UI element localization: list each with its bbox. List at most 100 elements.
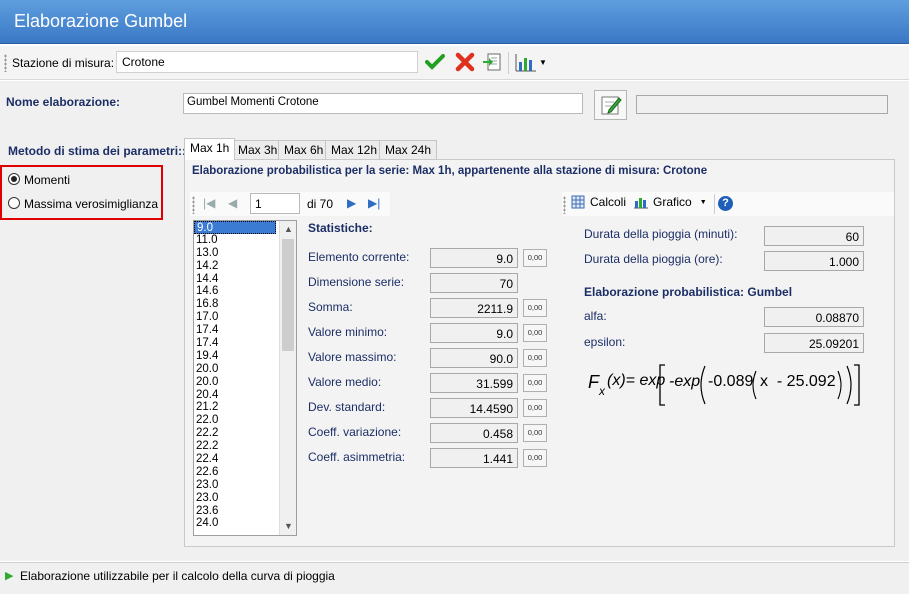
tab-max-12h[interactable]: Max 12h: [325, 140, 384, 159]
stat-value: 14.4590: [430, 398, 518, 418]
radio-momenti[interactable]: [8, 173, 20, 185]
stat-label: Elemento corrente:: [308, 250, 410, 264]
navigator-grip[interactable]: [192, 196, 195, 214]
edit-pencil-icon: [601, 96, 622, 115]
panel-heading: Elaborazione probabilistica per la serie…: [192, 165, 708, 177]
calcoli-label: Calcoli: [590, 195, 627, 209]
probabilistic-title: Elaborazione probabilistica: Gumbel: [584, 285, 793, 299]
stat-value: 90.0: [430, 348, 518, 368]
stat-value: 0.458: [430, 423, 518, 443]
station-label: Stazione di misura:: [12, 56, 115, 70]
status-text: Elaborazione utilizzabile per il calcolo…: [20, 569, 335, 583]
format-button[interactable]: 0,00: [523, 299, 547, 317]
record-position-input[interactable]: 1: [250, 193, 300, 214]
stat-value: 31.599: [430, 373, 518, 393]
cancel-button[interactable]: [454, 51, 476, 73]
tab-max-1h[interactable]: Max 1h: [184, 138, 236, 160]
dropdown-arrow-icon: ▼: [539, 57, 547, 67]
station-field[interactable]: Crotone: [116, 51, 418, 73]
next-record-icon[interactable]: ▶: [347, 196, 356, 210]
durata-minuti-field: 60: [764, 226, 864, 246]
formula-x-part: x - 25.092: [760, 373, 836, 390]
export-button[interactable]: [481, 51, 503, 73]
alfa-label: alfa:: [584, 309, 607, 323]
tab-max-3h[interactable]: Max 3h: [232, 140, 284, 159]
statistics-title: Statistiche:: [308, 221, 373, 235]
tab-max-24h[interactable]: Max 24h: [379, 140, 438, 159]
durata-ore-label: Durata della pioggia (ore):: [584, 252, 723, 266]
title-bar: Elaborazione Gumbel: [0, 0, 909, 44]
grafico-label: Grafico: [653, 195, 692, 209]
format-button[interactable]: 0,00: [523, 249, 547, 267]
name-input-value: Gumbel Momenti Crotone: [187, 96, 319, 108]
scroll-up-icon[interactable]: ▲: [280, 221, 296, 238]
stat-label: Valore medio:: [308, 375, 382, 389]
durata-minuti-label: Durata della pioggia (minuti):: [584, 227, 738, 241]
analysis-toolbar: Calcoli Grafico ▼ ?: [562, 192, 894, 216]
calcoli-button[interactable]: Calcoli: [571, 195, 626, 209]
stat-label: Valore minimo:: [308, 325, 388, 339]
export-icon: [483, 53, 501, 71]
formula-coefficient: -0.089: [708, 373, 754, 390]
durata-minuti-value: 60: [845, 230, 859, 244]
stat-label: Coeff. variazione:: [308, 425, 402, 439]
analysis-toolbar-grip[interactable]: [563, 196, 566, 214]
edit-button[interactable]: [594, 90, 627, 120]
analysis-toolbar-separator: [714, 194, 715, 214]
status-play-icon: ▶: [5, 570, 14, 582]
last-record-icon[interactable]: ▶|: [368, 196, 380, 210]
stat-label: Dimensione serie:: [308, 275, 405, 289]
alfa-value: 0.08870: [815, 311, 859, 325]
confirm-button[interactable]: [424, 51, 446, 73]
format-button[interactable]: 0,00: [523, 424, 547, 442]
secondary-field: [636, 95, 888, 114]
format-button[interactable]: 0,00: [523, 324, 547, 342]
help-icon[interactable]: ?: [718, 196, 733, 211]
first-record-icon[interactable]: |◀: [203, 196, 215, 210]
grafico-button[interactable]: Grafico ▼: [633, 195, 707, 209]
record-count-label: di 70: [307, 197, 334, 211]
format-button[interactable]: 0,00: [523, 374, 547, 392]
record-navigator: |◀ ◀ 1 di 70 ▶ ▶|: [190, 192, 390, 216]
radio-massima-verosimiglianza-label[interactable]: Massima verosimiglianza: [24, 197, 158, 211]
tab-max-6h[interactable]: Max 6h: [278, 140, 330, 159]
durata-ore-field: 1.000: [764, 251, 864, 271]
epsilon-value: 25.09201: [808, 337, 859, 351]
scroll-down-icon[interactable]: ▼: [280, 518, 296, 535]
station-value: Crotone: [122, 55, 165, 69]
stat-value: 9.0: [430, 248, 518, 268]
epsilon-label: epsilon:: [584, 335, 626, 349]
format-button[interactable]: 0,00: [523, 399, 547, 417]
calculator-icon: [571, 195, 585, 209]
list-item[interactable]: 9.0: [194, 221, 276, 234]
window-title: Elaborazione Gumbel: [14, 11, 188, 31]
toolbar-separator: [508, 52, 509, 74]
stat-label: Somma:: [308, 300, 353, 314]
method-label: Metodo di stima dei parametri::: [8, 144, 187, 158]
name-label: Nome elaborazione:: [6, 95, 121, 109]
radio-massima-verosimiglianza[interactable]: [8, 197, 20, 209]
grafico-dropdown-icon: ▼: [699, 198, 707, 206]
durata-ore-value: 1.000: [828, 255, 859, 269]
format-button[interactable]: 0,00: [523, 349, 547, 367]
toolbar: Stazione di misura: Crotone ▼: [0, 46, 909, 80]
formula-lhs: F: [588, 372, 599, 392]
radio-momenti-label[interactable]: Momenti: [24, 173, 70, 187]
stat-value: 2211.9: [430, 298, 518, 318]
scroll-thumb[interactable]: [282, 239, 294, 351]
toolbar-grip[interactable]: [4, 54, 7, 72]
format-button[interactable]: 0,00: [523, 449, 547, 467]
chart-icon: [515, 54, 537, 72]
epsilon-field: 25.09201: [764, 333, 864, 353]
status-bar: ▶ Elaborazione utilizzabile per il calco…: [0, 562, 909, 594]
list-scrollbar[interactable]: ▲ ▼: [279, 221, 296, 535]
cancel-icon: [455, 52, 475, 72]
name-input[interactable]: Gumbel Momenti Crotone: [183, 93, 583, 114]
check-icon: [425, 54, 445, 70]
stat-value: 1.441: [430, 448, 518, 468]
chart-menu-button[interactable]: ▼: [515, 51, 547, 73]
record-position-value: 1: [255, 197, 262, 211]
series-values-list[interactable]: 9.0 11.0 13.0 14.2 14.4 14.6 16.8 17.0 17.4 17.4 1…: [193, 220, 297, 536]
previous-record-icon[interactable]: ◀: [228, 196, 237, 210]
formula-inner-exp: -exp: [669, 373, 701, 390]
